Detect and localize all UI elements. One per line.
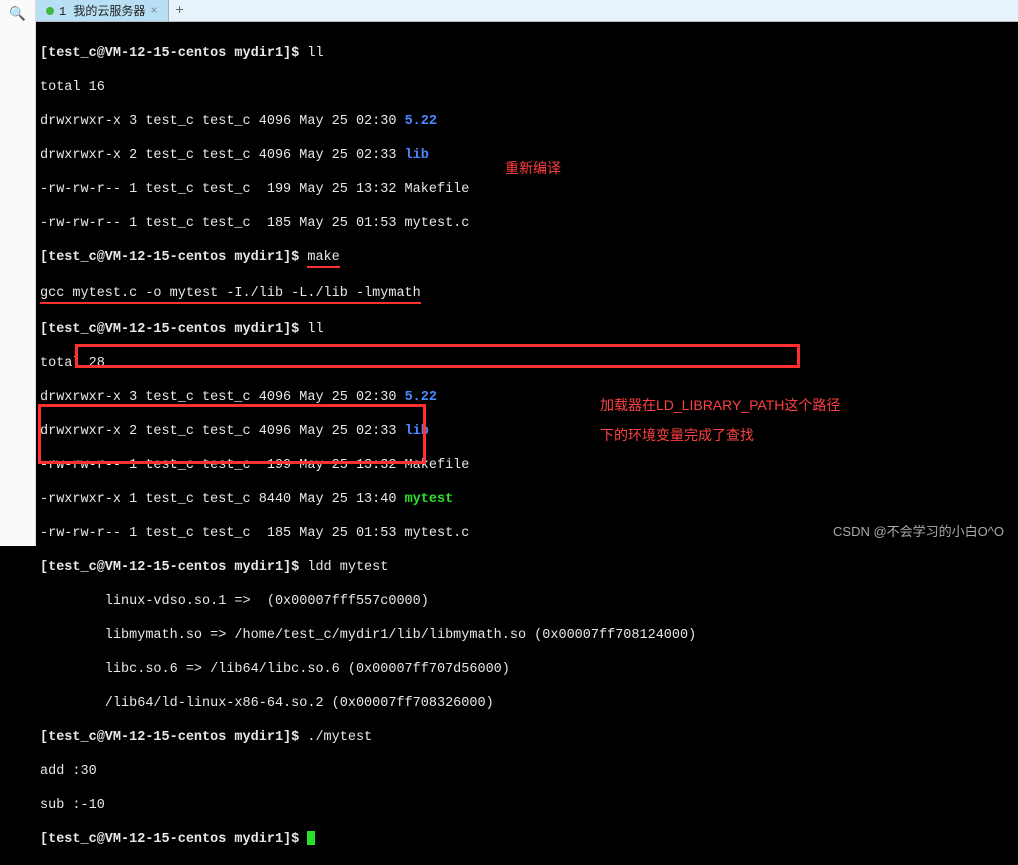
output-line: linux-vdso.so.1 => (0x00007fff557c0000) bbox=[40, 593, 1014, 610]
dir-name: 5.22 bbox=[405, 390, 437, 405]
prompt: [test_c@VM-12-15-centos mydir1]$ bbox=[40, 46, 307, 61]
new-tab-button[interactable]: + bbox=[169, 0, 191, 21]
search-icon[interactable]: 🔍 bbox=[9, 6, 26, 23]
output-line: libmymath.so => /home/test_c/mydir1/lib/… bbox=[40, 627, 1014, 644]
tab-bar: 1 我的云服务器 × + bbox=[36, 0, 1018, 22]
cmd: ldd mytest bbox=[307, 560, 388, 575]
dir-name: lib bbox=[405, 148, 429, 163]
output-line: gcc mytest.c -o mytest -I./lib -L./lib -… bbox=[40, 285, 421, 304]
editor-left-sidebar: 🔍 bbox=[0, 0, 36, 546]
output-line: drwxrwxr-x 3 test_c test_c 4096 May 25 0… bbox=[40, 390, 405, 405]
output-line: total 16 bbox=[40, 79, 1014, 96]
cmd: make bbox=[307, 249, 339, 268]
terminal-output[interactable]: [test_c@VM-12-15-centos mydir1]$ ll tota… bbox=[36, 22, 1018, 546]
output-line: -rw-rw-r-- 1 test_c test_c 185 May 25 01… bbox=[40, 215, 1014, 232]
prompt: [test_c@VM-12-15-centos mydir1]$ bbox=[40, 730, 307, 745]
dir-name: 5.22 bbox=[405, 114, 437, 129]
output-line: drwxrwxr-x 2 test_c test_c 4096 May 25 0… bbox=[40, 148, 405, 163]
close-icon[interactable]: × bbox=[150, 4, 157, 18]
output-line: /lib64/ld-linux-x86-64.so.2 (0x00007ff70… bbox=[40, 695, 1014, 712]
prompt: [test_c@VM-12-15-centos mydir1]$ bbox=[40, 832, 307, 847]
output-line: drwxrwxr-x 2 test_c test_c 4096 May 25 0… bbox=[40, 424, 405, 439]
cmd: ll bbox=[307, 46, 323, 61]
prompt: [test_c@VM-12-15-centos mydir1]$ bbox=[40, 250, 307, 265]
output-line: -rwxrwxr-x 1 test_c test_c 8440 May 25 1… bbox=[40, 492, 405, 507]
exec-name: mytest bbox=[405, 492, 454, 507]
output-line: total 28 bbox=[40, 355, 1014, 372]
output-line: sub :-10 bbox=[40, 797, 1014, 814]
output-line: -rw-rw-r-- 1 test_c test_c 199 May 25 13… bbox=[40, 457, 1014, 474]
cmd: ./mytest bbox=[307, 730, 372, 745]
output-line: drwxrwxr-x 3 test_c test_c 4096 May 25 0… bbox=[40, 114, 405, 129]
dir-name: lib bbox=[405, 424, 429, 439]
annotation-loader-1: 加载器在LD_LIBRARY_PATH这个路径 bbox=[600, 395, 840, 415]
output-line: -rw-rw-r-- 1 test_c test_c 199 May 25 13… bbox=[40, 181, 1014, 198]
status-dot-icon bbox=[46, 7, 54, 15]
tab-title: 1 我的云服务器 bbox=[59, 2, 145, 19]
annotation-loader-2: 下的环境变量完成了查找 bbox=[600, 425, 754, 445]
prompt: [test_c@VM-12-15-centos mydir1]$ bbox=[40, 322, 307, 337]
cursor-icon bbox=[307, 831, 315, 845]
cmd: ll bbox=[307, 322, 323, 337]
watermark: CSDN @不会学习的小白O^O bbox=[833, 521, 1004, 540]
prompt: [test_c@VM-12-15-centos mydir1]$ bbox=[40, 560, 307, 575]
annotation-recompile: 重新编译 bbox=[505, 158, 561, 178]
output-line: add :30 bbox=[40, 763, 1014, 780]
output-line: libc.so.6 => /lib64/libc.so.6 (0x00007ff… bbox=[40, 661, 1014, 678]
tab-server[interactable]: 1 我的云服务器 × bbox=[36, 0, 169, 21]
